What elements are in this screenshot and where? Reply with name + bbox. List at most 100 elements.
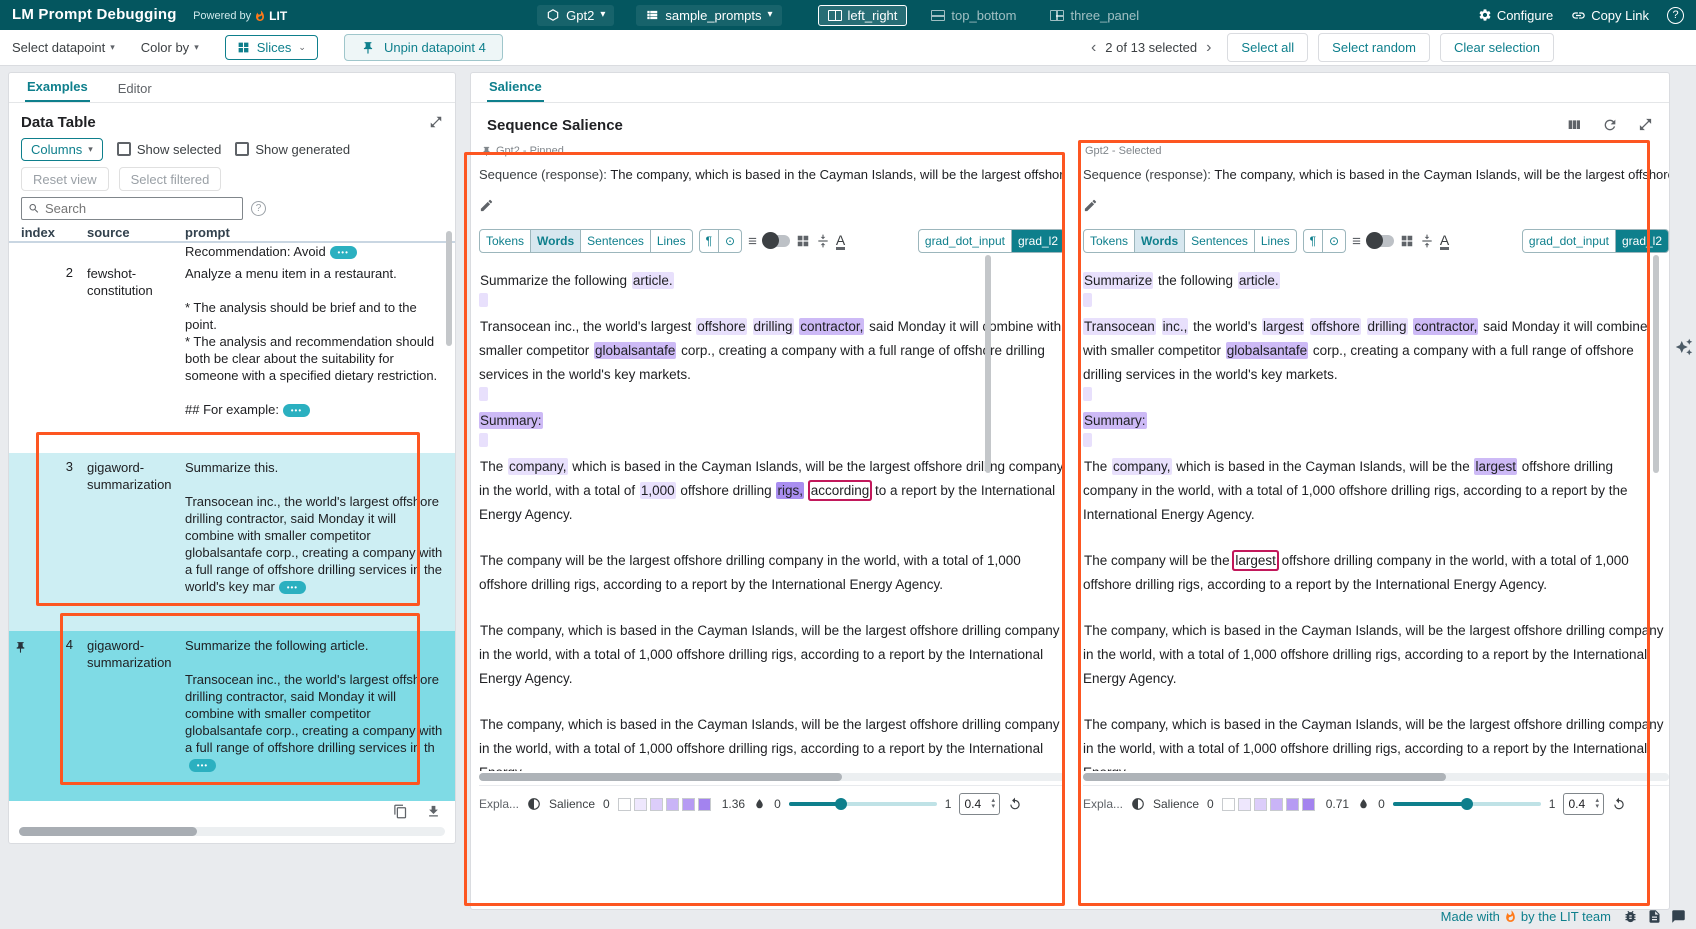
panel-vertical-scrollbar[interactable] (1653, 255, 1659, 473)
newline-token[interactable] (1083, 387, 1092, 401)
reset-icon[interactable] (1008, 797, 1022, 811)
salience-token[interactable]: offshore drilling (676, 482, 777, 499)
bug-report-icon[interactable] (1623, 909, 1638, 924)
reset-view-button[interactable]: Reset view (21, 167, 109, 191)
granularity-sentences-button[interactable]: Sentences (581, 229, 651, 253)
dense-view-icon[interactable]: ≡ (748, 234, 757, 249)
search-box[interactable] (21, 197, 243, 220)
next-datapoint-button[interactable]: › (1206, 40, 1211, 56)
slices-button[interactable]: Slices ⌄ (225, 35, 318, 60)
salience-token[interactable]: Summarize (1083, 272, 1153, 289)
select-random-button[interactable]: Select random (1318, 33, 1430, 62)
salience-token[interactable]: globalsantafe (1226, 342, 1308, 359)
salience-token[interactable]: inc., (1162, 318, 1189, 335)
salience-token[interactable]: The company will be the (1083, 552, 1234, 569)
dataset-selector[interactable]: sample_prompts ▾ (636, 5, 781, 26)
salience-token[interactable] (1361, 318, 1367, 335)
select-filtered-button[interactable]: Select filtered (119, 167, 222, 191)
salience-token[interactable]: largest (1234, 552, 1277, 569)
grad-dot-input-button[interactable]: grad_dot_input (1522, 229, 1616, 253)
unpin-datapoint-button[interactable]: Unpin datapoint 4 (344, 34, 503, 61)
table-row-pinned[interactable]: 4 gigaword-summarization Summarize the f… (9, 631, 455, 801)
salience-token[interactable] (1156, 318, 1162, 335)
slider-thumb[interactable] (835, 798, 847, 810)
edit-pencil-icon[interactable] (1083, 198, 1098, 213)
font-color-icon[interactable]: A (836, 233, 845, 250)
expand-text-chip[interactable]: ••• (283, 404, 310, 417)
layout-left-right-button[interactable]: left_right (818, 5, 908, 26)
grid-view-icon[interactable] (796, 234, 810, 248)
search-help-icon[interactable]: ? (251, 201, 266, 216)
copy-icon[interactable] (393, 804, 408, 819)
expand-module-icon[interactable] (1638, 117, 1653, 132)
salience-token[interactable]: contractor, (1413, 318, 1478, 335)
layout-top-bottom-button[interactable]: top_bottom (921, 5, 1026, 26)
column-header-index[interactable]: index (21, 225, 77, 240)
model-selector[interactable]: Gpt2 ▾ (537, 5, 614, 26)
granularity-tokens-button[interactable]: Tokens (1083, 229, 1135, 253)
configure-button[interactable]: Configure (1478, 8, 1553, 23)
salience-token[interactable]: The (479, 458, 508, 475)
scrollbar-thumb[interactable] (1083, 773, 1446, 781)
salience-token[interactable]: The company, which is based in the Cayma… (1083, 622, 1664, 687)
slider-thumb[interactable] (1461, 798, 1473, 810)
salience-token[interactable] (747, 318, 753, 335)
salience-token[interactable]: Transocean inc., the world's largest (479, 318, 696, 335)
previous-datapoint-button[interactable]: ‹ (1091, 40, 1096, 56)
salience-token[interactable]: largest (1262, 318, 1305, 335)
granularity-sentences-button[interactable]: Sentences (1185, 229, 1255, 253)
expand-text-chip[interactable]: ••• (330, 246, 357, 259)
table-row-selected[interactable]: 3 gigaword-summarization Summarize this.… (9, 453, 455, 631)
salience-token[interactable]: Transocean (1083, 318, 1156, 335)
tab-examples[interactable]: Examples (25, 74, 90, 102)
salience-token[interactable]: globalsantafe (594, 342, 676, 359)
expand-text-chip[interactable]: ••• (189, 759, 216, 772)
tab-editor[interactable]: Editor (116, 76, 154, 102)
edit-pencil-icon[interactable] (479, 198, 494, 213)
salience-token[interactable]: drilling (753, 318, 794, 335)
scrollbar-thumb[interactable] (479, 773, 842, 781)
paragraph-marks-button[interactable]: ¶ (1303, 229, 1323, 253)
salience-token[interactable]: Summary: (479, 412, 543, 429)
newline-token[interactable] (1083, 293, 1092, 307)
panel-horizontal-scrollbar[interactable] (479, 773, 1065, 781)
scrollbar-thumb[interactable] (19, 827, 197, 836)
granularity-tokens-button[interactable]: Tokens (479, 229, 531, 253)
threshold-input[interactable] (1568, 797, 1592, 811)
salience-token[interactable]: The company, which is based in the Cayma… (479, 716, 1060, 771)
document-icon[interactable] (1647, 909, 1662, 924)
column-header-source[interactable]: source (87, 225, 175, 240)
gamma-slider[interactable] (789, 802, 937, 806)
help-icon[interactable]: ? (1667, 7, 1684, 24)
table-row-partial[interactable]: Recommendation: Avoid••• (9, 243, 455, 259)
show-selected-checkbox[interactable]: Show selected (117, 142, 222, 157)
salience-token[interactable]: The company will be the largest offshore… (479, 552, 1021, 593)
salience-token[interactable]: Summarize the following (479, 272, 632, 289)
columns-button[interactable]: Columns ▾ (21, 138, 103, 161)
salience-token[interactable]: The (1083, 458, 1112, 475)
salience-token[interactable]: according (810, 482, 871, 499)
display-toggle[interactable] (763, 235, 790, 247)
clear-selection-button[interactable]: Clear selection (1440, 33, 1554, 62)
display-toggle[interactable] (1367, 235, 1394, 247)
salience-token[interactable]: article. (1238, 272, 1280, 289)
stepper-icons[interactable]: ▴▾ (991, 798, 995, 810)
salience-token[interactable]: which is based in the Cayman Islands, wi… (1172, 458, 1475, 475)
table-vertical-scrollbar[interactable] (446, 231, 452, 346)
grad-l2-button[interactable]: grad_l2 (1616, 229, 1669, 253)
paragraph-marks-button[interactable]: ¶ (699, 229, 719, 253)
search-input[interactable] (45, 201, 236, 216)
salience-token[interactable]: Summary: (1083, 412, 1147, 429)
color-by-dropdown[interactable]: Color by ▾ (141, 40, 199, 55)
granularity-lines-button[interactable]: Lines (1255, 229, 1297, 253)
show-generated-checkbox[interactable]: Show generated (235, 142, 350, 157)
hide-special-tokens-button[interactable]: ⊙ (1323, 229, 1346, 253)
expand-text-chip[interactable]: ••• (279, 581, 306, 594)
salience-token[interactable]: company, (1112, 458, 1172, 475)
select-datapoint-dropdown[interactable]: Select datapoint ▾ (12, 40, 115, 55)
copy-link-button[interactable]: Copy Link (1571, 8, 1649, 23)
select-all-button[interactable]: Select all (1227, 33, 1308, 62)
salience-token[interactable]: 1,000 (640, 482, 676, 499)
stepper-icons[interactable]: ▴▾ (1595, 798, 1599, 810)
panel-vertical-scrollbar[interactable] (985, 255, 991, 473)
